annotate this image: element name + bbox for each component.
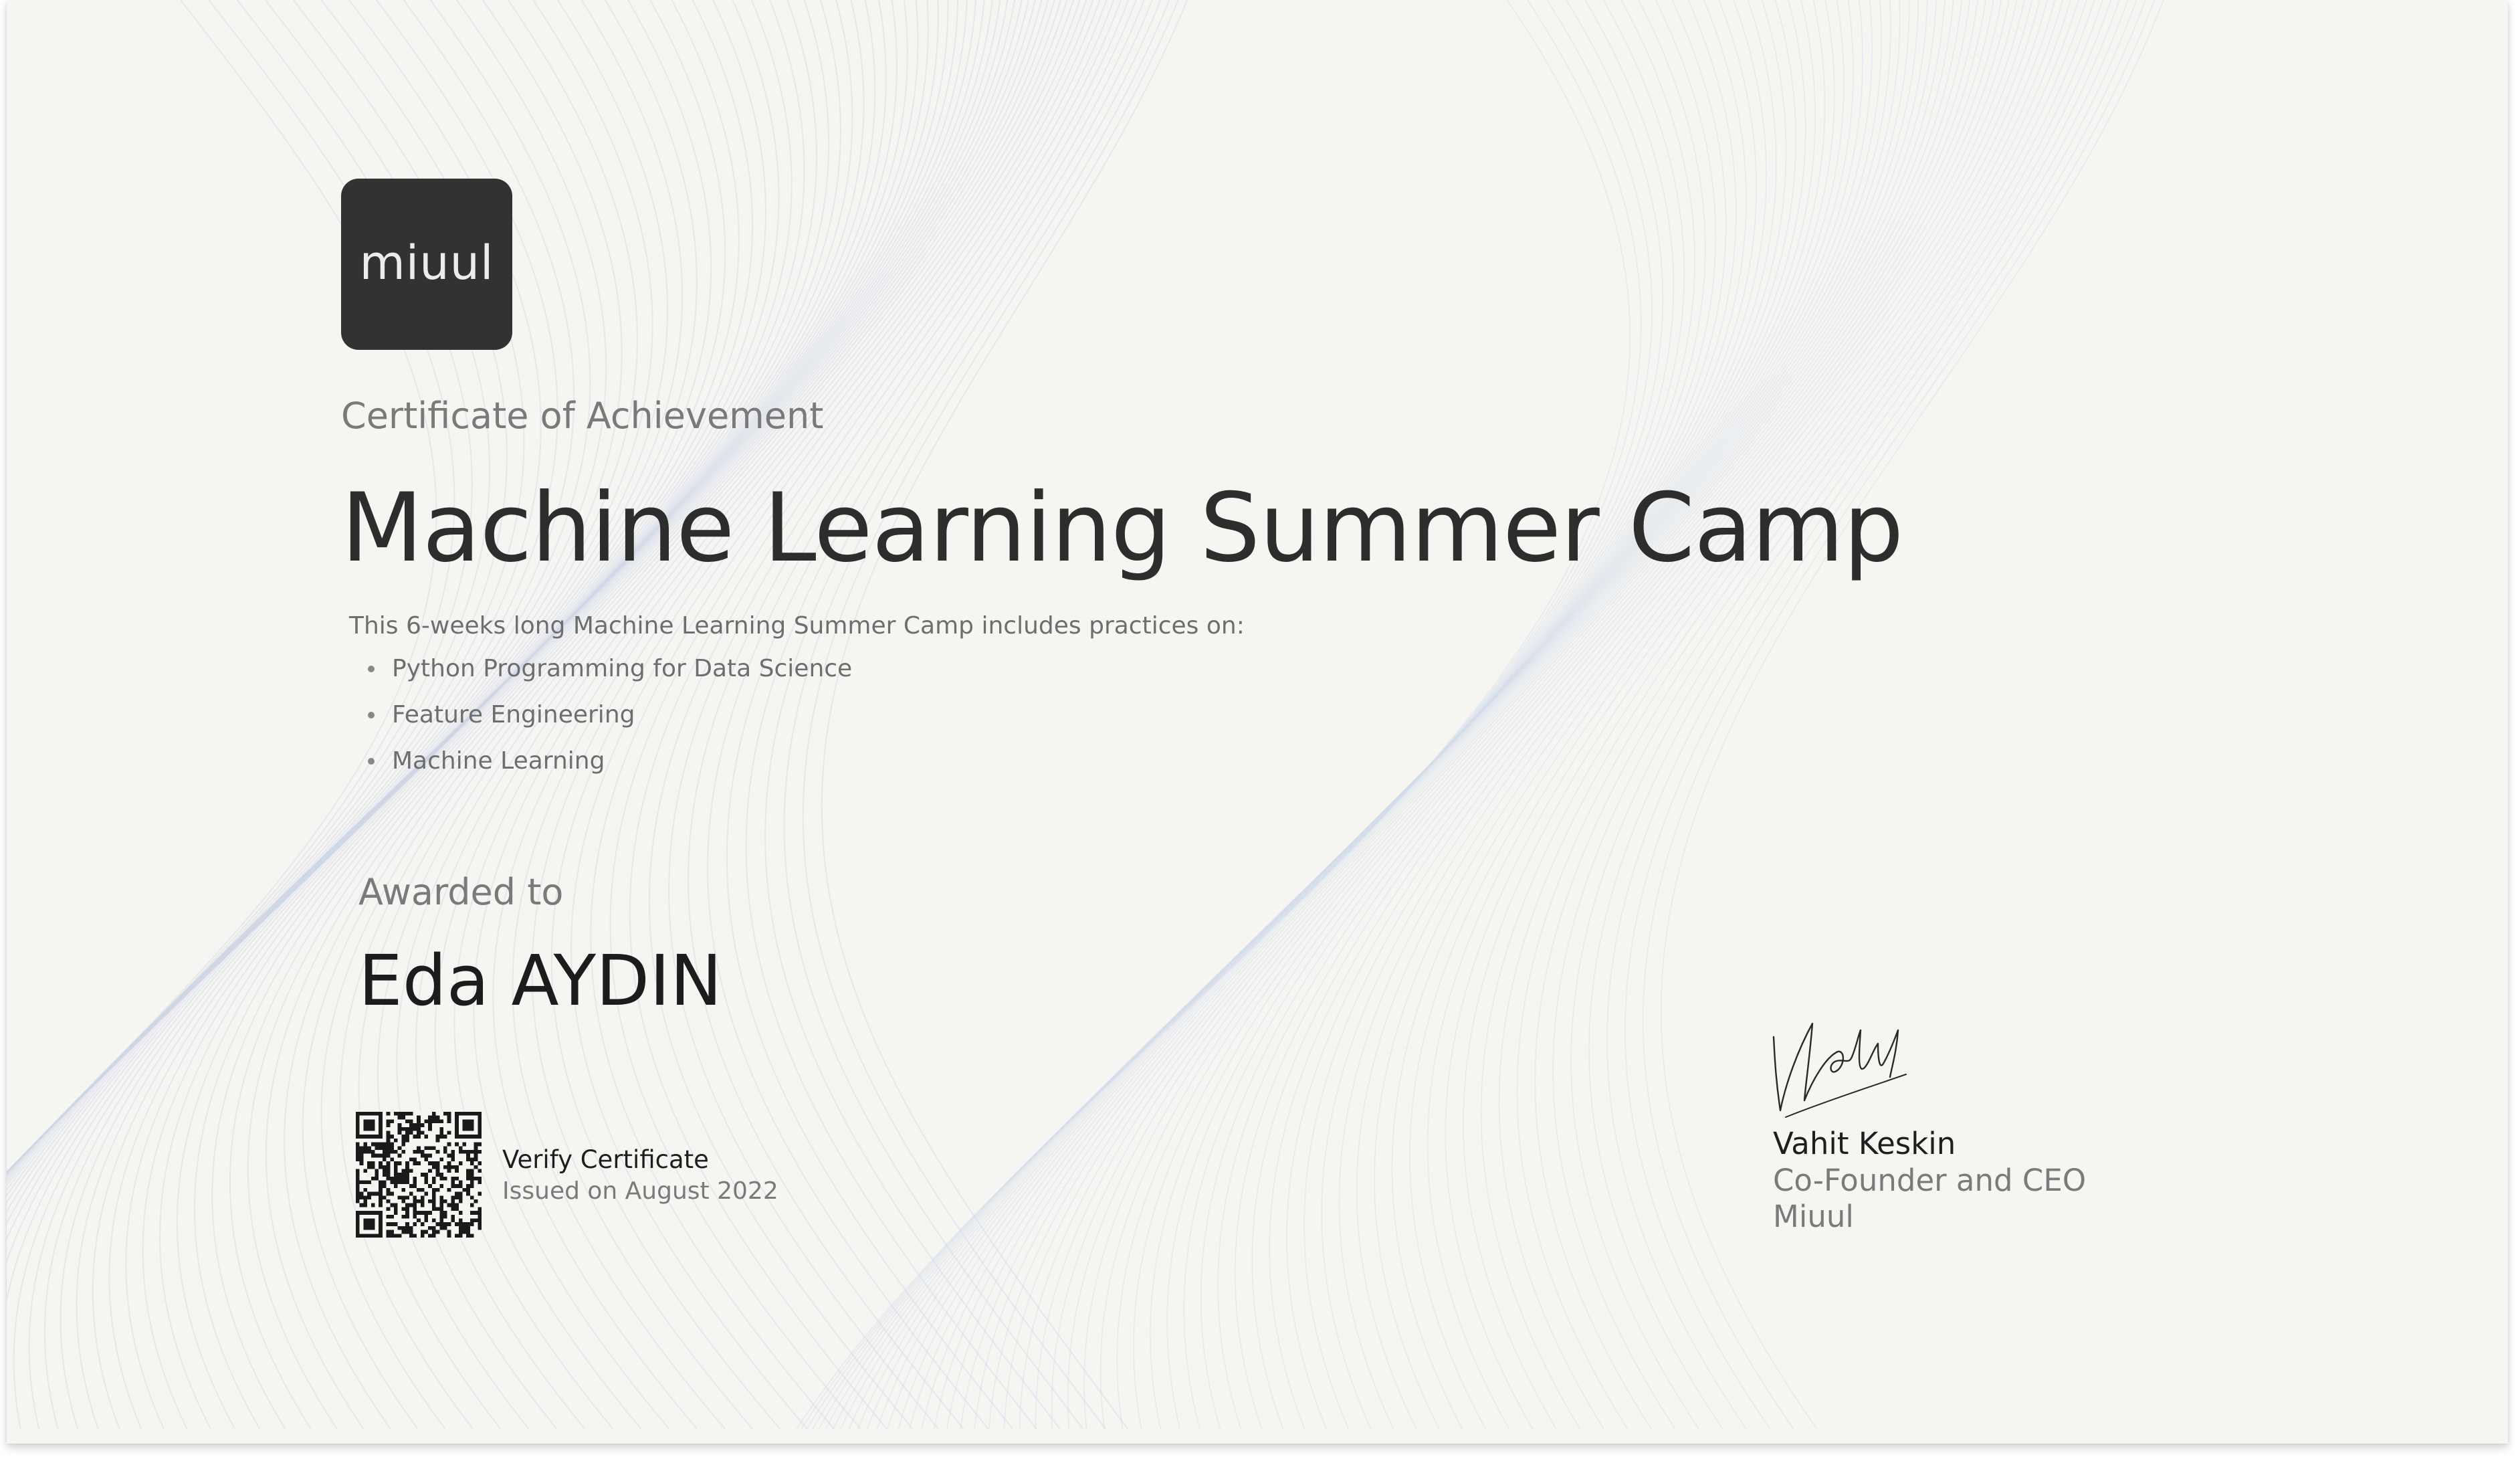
certificate-subtitle: Certificate of Achievement bbox=[341, 395, 824, 437]
logo-text: miuul bbox=[359, 235, 494, 290]
bullet-icon bbox=[368, 758, 375, 765]
course-description: This 6-weeks long Machine Learning Summe… bbox=[349, 612, 1245, 640]
signature-image bbox=[1772, 1022, 1907, 1118]
miuul-logo: miuul bbox=[341, 179, 512, 350]
practice-item: Machine Learning bbox=[368, 747, 852, 793]
qr-code-icon[interactable] bbox=[356, 1112, 482, 1238]
awarded-to-label: Awarded to bbox=[358, 871, 564, 913]
verify-certificate-link[interactable]: Verify Certificate bbox=[502, 1145, 709, 1174]
practices-list: Python Programming for Data Science Feat… bbox=[368, 654, 852, 793]
certificate: miuul Certificate of Achievement Machine… bbox=[7, 0, 2508, 1444]
signer-name: Vahit Keskin bbox=[1773, 1126, 1956, 1161]
course-title: Machine Learning Summer Camp bbox=[341, 473, 1903, 583]
practice-item: Python Programming for Data Science bbox=[368, 654, 852, 700]
practice-label: Machine Learning bbox=[392, 747, 605, 775]
signer-role: Co-Founder and CEO bbox=[1773, 1163, 2087, 1198]
issued-date: Issued on August 2022 bbox=[502, 1177, 778, 1205]
practice-item: Feature Engineering bbox=[368, 700, 852, 747]
practice-label: Python Programming for Data Science bbox=[392, 655, 853, 682]
recipient-name: Eda AYDIN bbox=[358, 940, 722, 1021]
practice-label: Feature Engineering bbox=[392, 701, 635, 728]
bullet-icon bbox=[368, 712, 375, 718]
signer-company: Miuul bbox=[1773, 1199, 1854, 1234]
bullet-icon bbox=[368, 666, 375, 672]
